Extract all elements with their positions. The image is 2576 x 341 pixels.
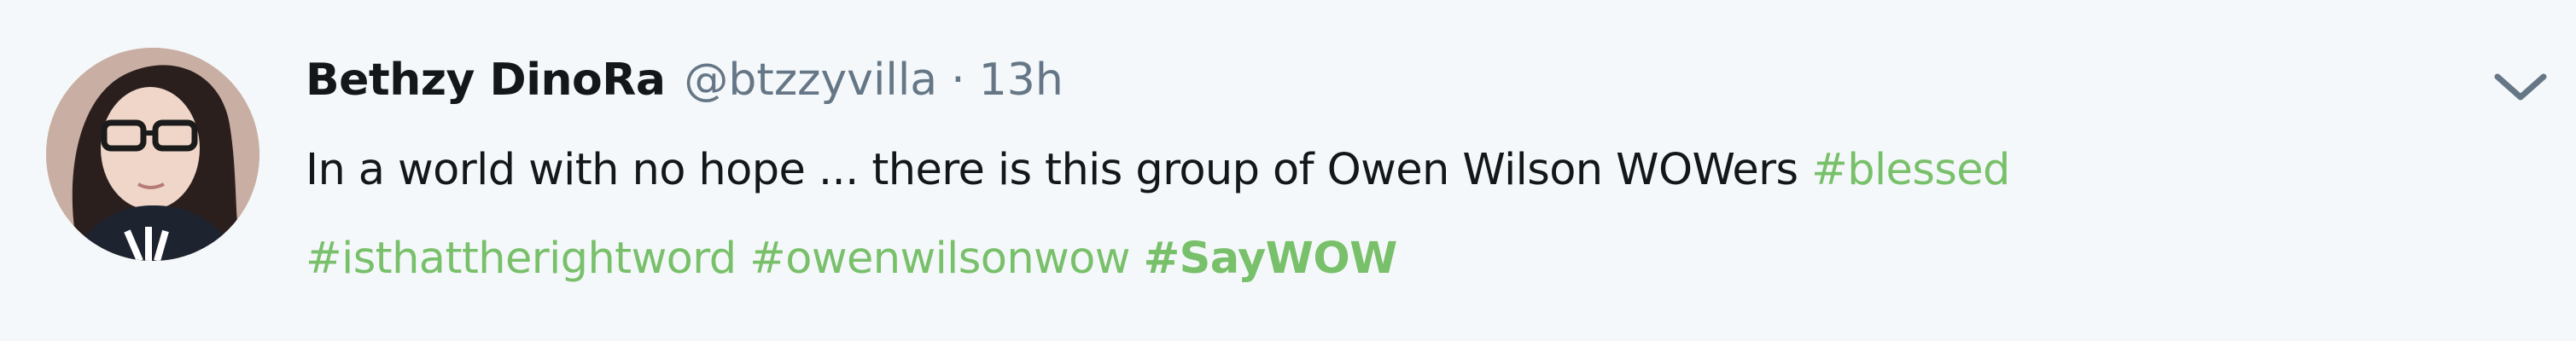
tweet-timestamp[interactable]: 13h [979,39,1064,121]
hashtag-isthattherightword[interactable]: #isthattherightword [306,234,737,284]
author-username[interactable]: @btzzyvilla [684,39,937,121]
tweet-header: Bethzy DinoRa @btzzyvilla · 13h [306,39,2474,121]
author-fullname[interactable]: Bethzy DinoRa [306,39,666,121]
chevron-down-icon[interactable] [2491,68,2550,106]
tweet-card[interactable]: Bethzy DinoRa @btzzyvilla · 13h In a wor… [0,0,2576,341]
hashtag-saywow[interactable]: #SayWOW [1144,234,1398,284]
tweet-body-text: In a world with no hope ... there is thi… [306,145,1812,195]
separator-dot: · [951,55,965,106]
avatar[interactable] [46,48,259,261]
tweet-content: Bethzy DinoRa @btzzyvilla · 13h In a wor… [306,39,2474,303]
hashtag-owenwilsonwow[interactable]: #owenwilsonwow [749,234,1130,284]
profile-photo [46,48,259,261]
hashtag-blessed[interactable]: #blessed [1811,145,2010,195]
tweet-text: In a world with no hope ... there is thi… [306,126,2474,303]
